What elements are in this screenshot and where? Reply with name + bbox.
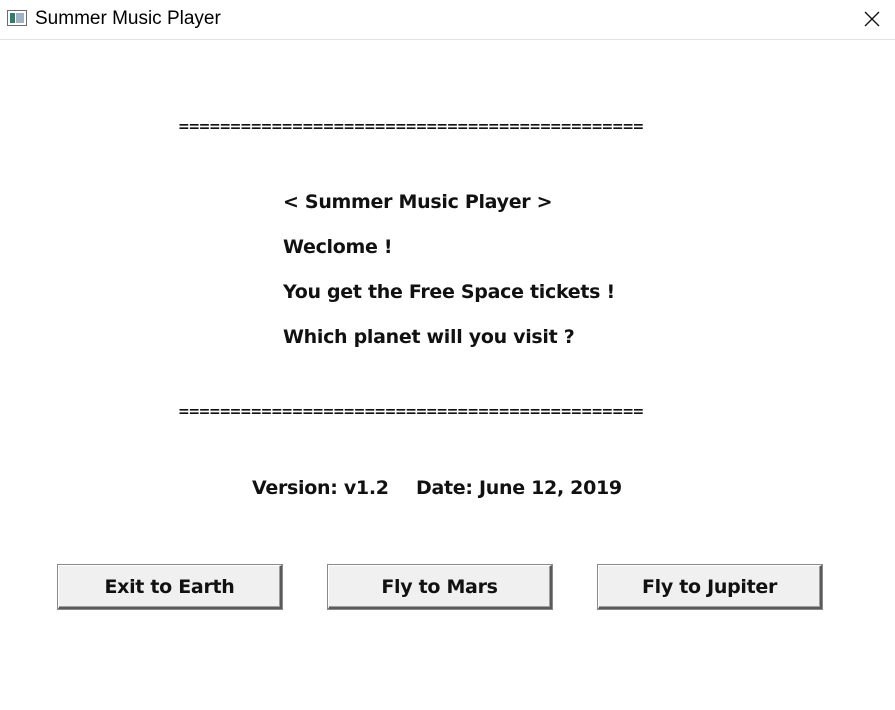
top-divider: ========================================…: [178, 119, 644, 135]
fly-to-jupiter-button[interactable]: Fly to Jupiter: [598, 565, 822, 609]
fly-to-mars-button[interactable]: Fly to Mars: [328, 565, 552, 609]
bottom-divider: ========================================…: [178, 404, 644, 420]
version-label: Version: v1.2: [252, 477, 389, 499]
window-title: Summer Music Player: [35, 8, 221, 29]
app-window: Summer Music Player ====================…: [0, 0, 895, 710]
close-icon: [864, 11, 880, 27]
date-label: Date: June 12, 2019: [416, 477, 622, 499]
app-heading: < Summer Music Player >: [283, 191, 553, 213]
question-text: Which planet will you visit ?: [283, 326, 575, 348]
tickets-text: You get the Free Space tickets !: [283, 281, 615, 303]
title-bar[interactable]: Summer Music Player: [0, 0, 895, 40]
app-window-icon: [7, 10, 27, 26]
exit-to-earth-button[interactable]: Exit to Earth: [58, 565, 282, 609]
main-content: ========================================…: [0, 40, 895, 710]
close-button[interactable]: [849, 0, 895, 38]
welcome-text: Weclome !: [283, 236, 393, 258]
